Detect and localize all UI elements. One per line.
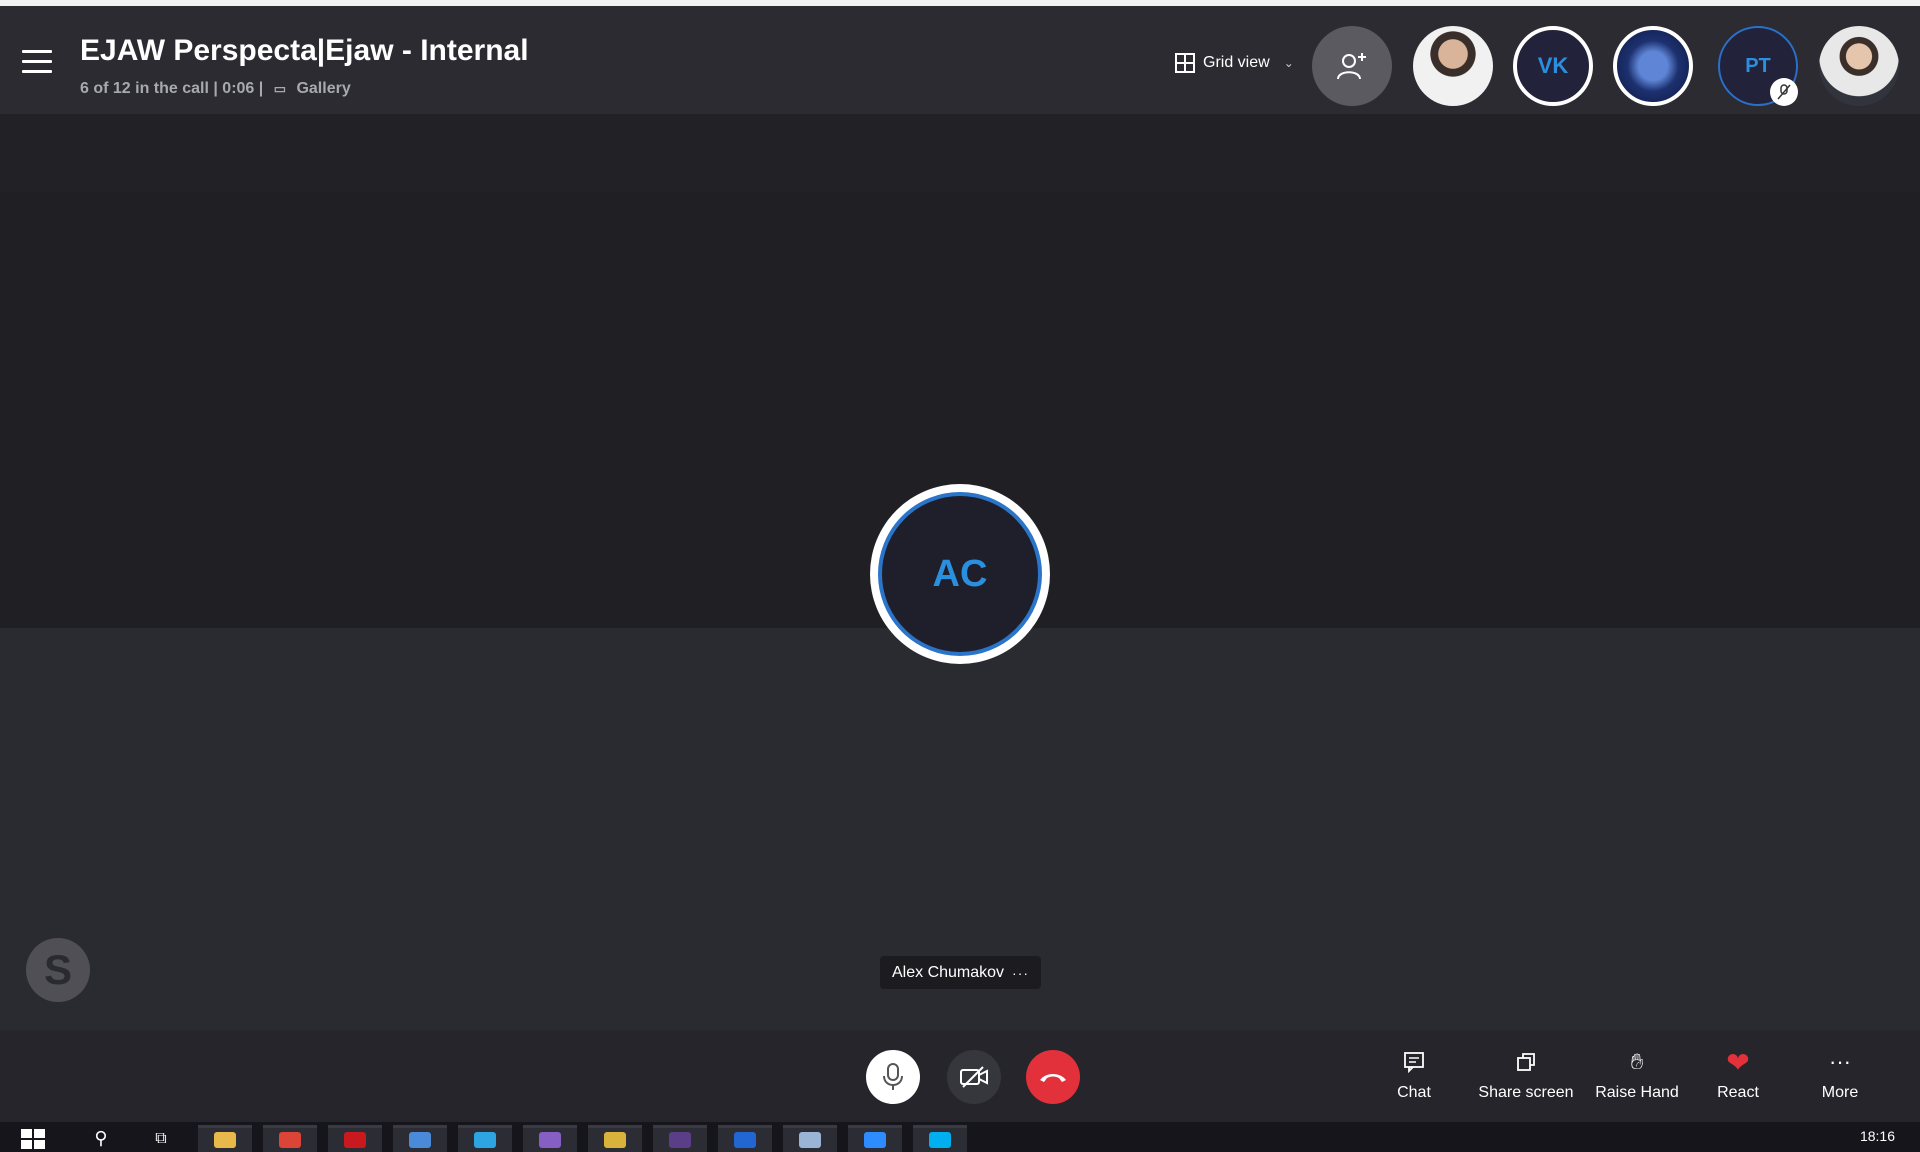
raise-hand-button[interactable]: ✋︎ Raise Hand [1592, 1048, 1682, 1102]
notepad-icon [799, 1132, 821, 1148]
share-screen-icon [1476, 1048, 1576, 1076]
chat-button[interactable]: Chat [1386, 1048, 1442, 1102]
call-status-text: 6 of 12 in the call | 0:06 | [80, 80, 264, 97]
skype-icon [929, 1132, 951, 1148]
camera-toggle-button[interactable] [947, 1050, 1001, 1104]
speaker-name: Alex Chumakov [892, 963, 1005, 981]
gallery-label: Gallery [296, 80, 351, 97]
share-screen-label: Share screen [1478, 1084, 1574, 1101]
react-label: React [1717, 1084, 1759, 1101]
participant-avatar-photo[interactable] [1819, 26, 1899, 106]
zoom-icon [864, 1132, 886, 1148]
microphone-muted-icon [1770, 78, 1798, 106]
hamburger-menu-icon[interactable] [22, 50, 52, 76]
ellipsis-icon: ··· [1829, 1049, 1851, 1074]
skype-logo: S [26, 938, 90, 1002]
active-speaker-avatar: AC [870, 484, 1050, 664]
grid-view-label: Grid view [1203, 54, 1270, 71]
skype-taskbar-icon[interactable] [913, 1125, 967, 1152]
shield-app-taskbar-icon[interactable] [393, 1125, 447, 1152]
file-explorer-taskbar-icon[interactable] [198, 1125, 252, 1152]
microphone-button[interactable] [866, 1050, 920, 1104]
visual-studio-icon [539, 1132, 561, 1148]
call-title: EJAW Perspecta|Ejaw - Internal [80, 34, 529, 67]
grid-view-dropdown[interactable]: Grid view ⌄ [1175, 53, 1294, 73]
heart-icon: ❤ [1726, 1046, 1750, 1078]
chat-label: Chat [1397, 1084, 1431, 1101]
sticky-notes-icon [604, 1132, 626, 1148]
hang-up-button[interactable] [1026, 1050, 1080, 1104]
speaker-name-tag: Alex Chumakov ··· [880, 956, 1042, 989]
shield-app-icon [409, 1132, 431, 1148]
chevron-down-icon: ⌄ [1283, 56, 1294, 70]
call-subtitle: 6 of 12 in the call | 0:06 | ▭ Gallery [80, 80, 351, 98]
chat-icon [1386, 1048, 1442, 1076]
chrome-icon [279, 1132, 301, 1148]
windows-taskbar: ⚲ ⧉ 18:16 [0, 1122, 1920, 1152]
maps-app-icon [734, 1132, 756, 1148]
react-button[interactable]: ❤ React [1714, 1046, 1762, 1102]
participant-avatar-vk[interactable]: VK [1513, 26, 1593, 106]
sticky-notes-taskbar-icon[interactable] [588, 1125, 642, 1152]
call-header: EJAW Perspecta|Ejaw - Internal 6 of 12 i… [0, 6, 1920, 114]
more-label: More [1821, 1084, 1859, 1101]
more-options-icon[interactable]: ··· [1012, 965, 1029, 981]
opera-icon [344, 1132, 366, 1148]
opera-taskbar-icon[interactable] [328, 1125, 382, 1152]
call-controls: Chat Share screen ✋︎ Raise Hand ❤ React … [0, 1030, 1920, 1122]
gallery-icon: ▭ [273, 81, 286, 96]
active-speaker-initials: AC [878, 492, 1042, 656]
telegram-taskbar-icon[interactable] [458, 1125, 512, 1152]
maps-app-taskbar-icon[interactable] [718, 1125, 772, 1152]
more-button[interactable]: ··· More [1816, 1048, 1864, 1102]
participant-avatar-pt[interactable]: PT [1718, 26, 1798, 106]
taskbar-clock: 18:16 [1859, 1128, 1895, 1144]
zoom-taskbar-icon[interactable] [848, 1125, 902, 1152]
avatar-initials: VK [1537, 53, 1569, 78]
chrome-taskbar-icon[interactable] [263, 1125, 317, 1152]
participant-avatar-photo[interactable] [1613, 26, 1693, 106]
visual-studio-taskbar-icon[interactable] [523, 1125, 577, 1152]
camera-off-icon [960, 1066, 988, 1088]
notepad-taskbar-icon[interactable] [783, 1125, 837, 1152]
microphone-icon [883, 1063, 903, 1090]
phone-hangup-icon [1040, 1074, 1066, 1082]
task-view-icon[interactable]: ⧉ [146, 1125, 176, 1152]
search-icon[interactable]: ⚲ [86, 1125, 116, 1152]
raise-hand-icon: ✋︎ [1630, 1049, 1644, 1074]
terminal-taskbar-icon[interactable] [653, 1125, 707, 1152]
telegram-icon [474, 1132, 496, 1148]
share-screen-button[interactable]: Share screen [1476, 1048, 1576, 1102]
add-participant-button[interactable] [1312, 26, 1392, 106]
participant-avatar-photo[interactable] [1413, 26, 1493, 106]
windows-start-icon[interactable] [18, 1125, 48, 1152]
grid-icon [1175, 53, 1195, 73]
avatar-initials: PT [1745, 54, 1771, 77]
add-person-icon [1337, 53, 1366, 80]
file-explorer-icon [214, 1132, 236, 1148]
terminal-icon [669, 1132, 691, 1148]
raise-hand-label: Raise Hand [1595, 1084, 1679, 1101]
